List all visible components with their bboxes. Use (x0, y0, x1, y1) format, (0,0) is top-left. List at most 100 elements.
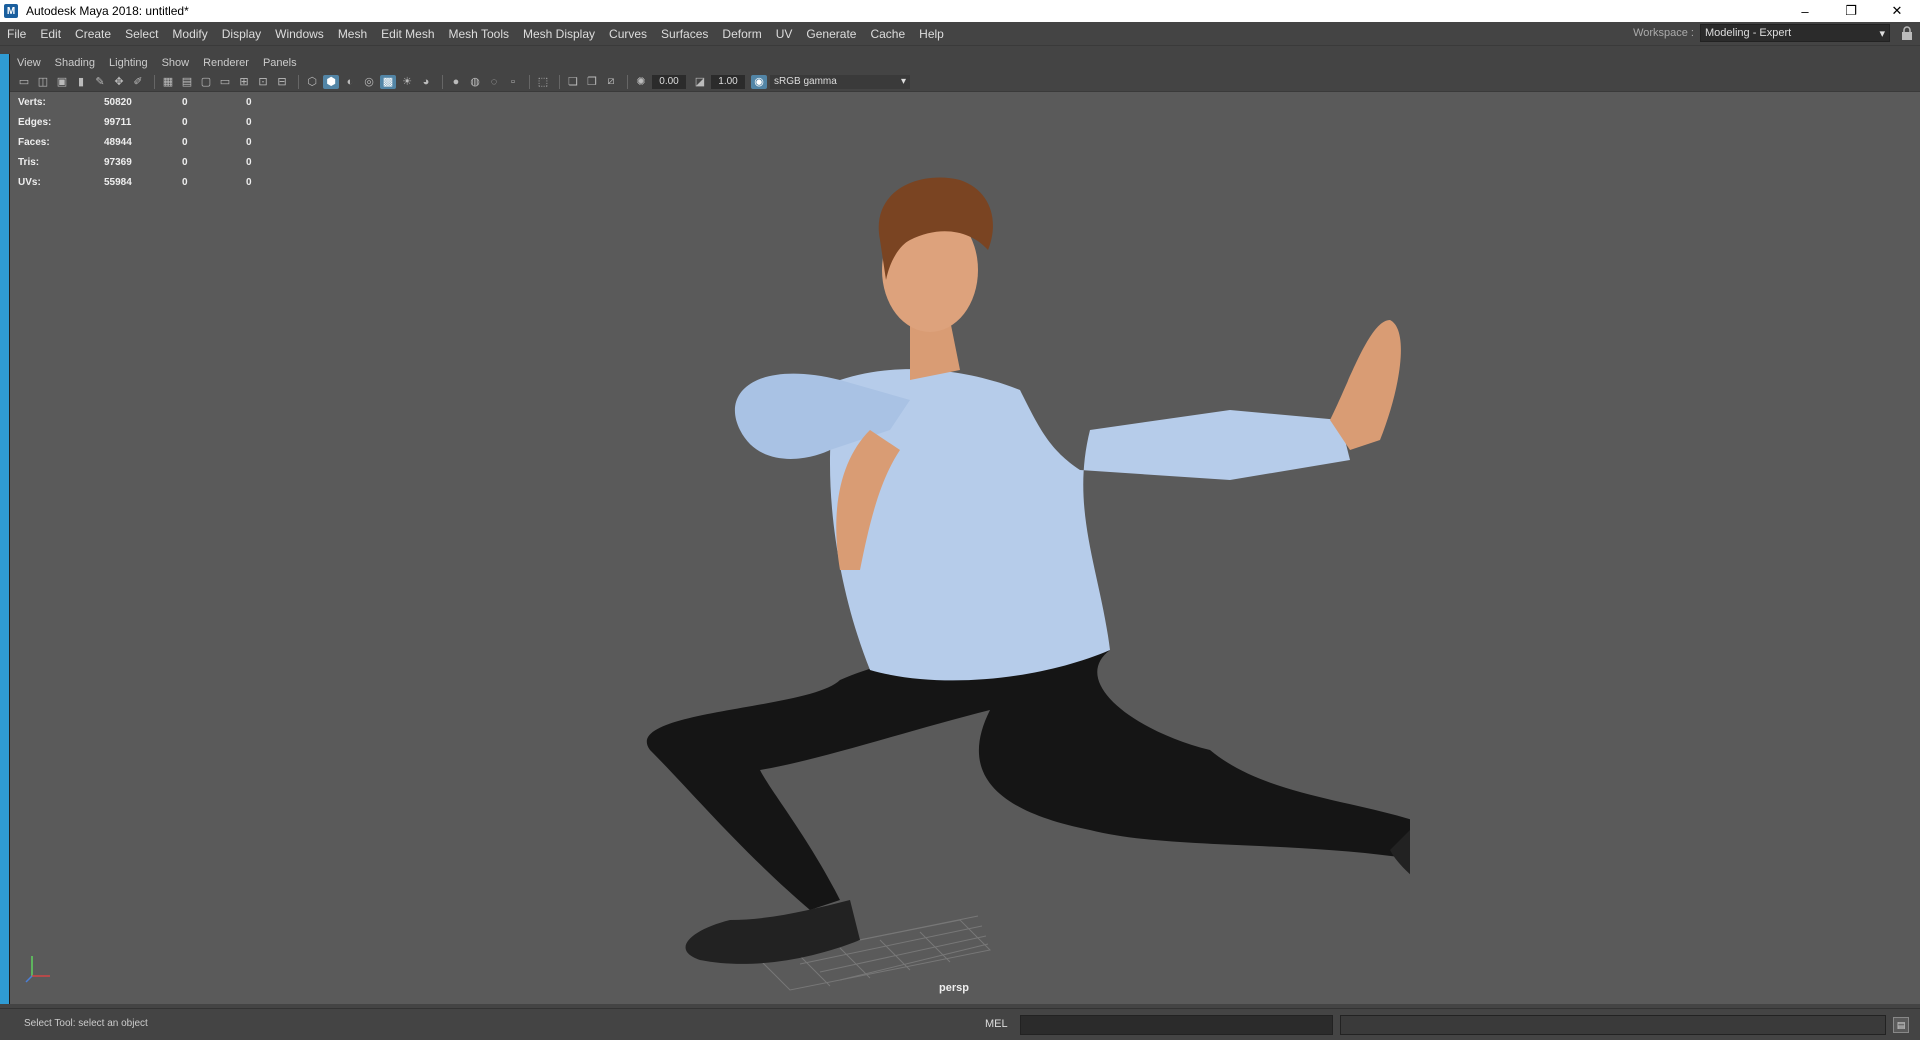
two-d-pan-icon[interactable]: ✥ (111, 75, 127, 89)
camera-label: persp (939, 982, 969, 994)
window-title: Autodesk Maya 2018: untitled* (26, 4, 189, 18)
gamma-icon[interactable]: ◪ (692, 75, 708, 89)
menu-create[interactable]: Create (68, 22, 118, 46)
field-chart-icon[interactable]: ⊞ (236, 75, 252, 89)
depth-of-field-icon[interactable]: ▫ (505, 75, 521, 89)
script-language-toggle[interactable]: MEL (985, 1018, 1008, 1030)
anti-aliasing-icon[interactable]: ◌ (486, 75, 502, 89)
grease-pencil-icon[interactable]: ✎ (92, 75, 108, 89)
wireframe-on-shaded-icon[interactable]: ◎ (361, 75, 377, 89)
chevron-down-icon: ▾ (900, 76, 906, 87)
minimize-button[interactable]: – (1782, 0, 1828, 22)
film-gate-icon[interactable]: ▤ (179, 75, 195, 89)
maya-app-icon: M (4, 4, 18, 18)
menu-mesh-display[interactable]: Mesh Display (516, 22, 602, 46)
hud-value: 99711 (104, 116, 132, 128)
menu-edit-mesh[interactable]: Edit Mesh (374, 22, 441, 46)
panel-menu-renderer[interactable]: Renderer (196, 57, 256, 69)
motion-blur-icon[interactable]: ◍ (467, 75, 483, 89)
default-material-icon[interactable]: ◐ (342, 75, 358, 89)
hud-value: 97369 (104, 156, 132, 168)
pants (646, 641, 1410, 910)
shadows-icon[interactable]: ◕ (418, 75, 434, 89)
workspace-label: Workspace : (1633, 27, 1694, 39)
gate-mask-icon[interactable]: ▭ (217, 75, 233, 89)
isolate-select-icon[interactable]: ⬚ (535, 75, 551, 89)
grid-icon[interactable]: ▦ (160, 75, 176, 89)
hud-label: Tris: (18, 156, 40, 168)
view-transform-dropdown[interactable]: sRGB gamma ▾ (770, 74, 910, 89)
shirt-body (830, 369, 1350, 681)
xray-icon[interactable]: ❏ (565, 75, 581, 89)
command-line-input[interactable] (1020, 1015, 1333, 1035)
gamma-field[interactable]: 1.00 (711, 74, 745, 89)
panel-menu-lighting[interactable]: Lighting (102, 57, 155, 69)
hud-label: Edges: (18, 116, 52, 128)
help-line: Select Tool: select an object (24, 1018, 148, 1029)
safe-title-icon[interactable]: ⊟ (274, 75, 290, 89)
script-editor-icon[interactable]: ▤ (1893, 1017, 1909, 1033)
hud-value: 55984 (104, 176, 132, 188)
image-plane-icon[interactable]: ▮ (73, 75, 89, 89)
exposure-icon[interactable]: ✺ (633, 75, 649, 89)
screen-space-ao-icon[interactable]: ● (448, 75, 464, 89)
menu-curves[interactable]: Curves (602, 22, 654, 46)
menu-mesh[interactable]: Mesh (331, 22, 374, 46)
menu-edit[interactable]: Edit (33, 22, 68, 46)
character-model[interactable] (610, 150, 1410, 1030)
menu-surfaces[interactable]: Surfaces (654, 22, 715, 46)
hud-row: Faces: 48944 0 0 (18, 132, 276, 152)
wireframe-icon[interactable]: ⬡ (304, 75, 320, 89)
safe-action-icon[interactable]: ⊡ (255, 75, 271, 89)
menu-display[interactable]: Display (215, 22, 268, 46)
smooth-shade-icon[interactable]: ⬢ (323, 74, 339, 89)
menu-deform[interactable]: Deform (715, 22, 768, 46)
toolbar-separator (298, 74, 299, 89)
panel-menu-show[interactable]: Show (155, 57, 197, 69)
toolbar-separator (442, 74, 443, 89)
window-controls: – ❐ ✕ (1782, 0, 1920, 22)
panel-menu-panels[interactable]: Panels (256, 57, 304, 69)
chevron-down-icon: ▾ (1879, 27, 1885, 40)
camera-attributes-icon[interactable]: ◫ (35, 75, 51, 89)
menu-windows[interactable]: Windows (268, 22, 331, 46)
textured-icon[interactable]: ▩ (380, 74, 396, 89)
menu-generate[interactable]: Generate (799, 22, 863, 46)
menu-uv[interactable]: UV (769, 22, 800, 46)
panel-menu-shading[interactable]: Shading (48, 57, 102, 69)
xray-joints-icon[interactable]: ⧄ (603, 75, 619, 89)
xray-active-icon[interactable]: ❐ (584, 75, 600, 89)
hud-value: 0 (182, 156, 188, 168)
close-button[interactable]: ✕ (1874, 0, 1920, 22)
camera-select-icon[interactable]: ▭ (16, 75, 32, 89)
hud-row: UVs: 55984 0 0 (18, 172, 276, 192)
hud-row: Verts: 50820 0 0 (18, 92, 276, 112)
lock-icon[interactable] (1900, 26, 1914, 42)
hud-value: 0 (246, 176, 252, 188)
menu-cache[interactable]: Cache (863, 22, 912, 46)
hud-label: Verts: (18, 96, 46, 108)
menu-modify[interactable]: Modify (165, 22, 214, 46)
maximize-button[interactable]: ❐ (1828, 0, 1874, 22)
status-bar: Select Tool: select an object MEL ▤ (0, 1008, 1920, 1040)
use-all-lights-icon[interactable]: ☀ (399, 75, 415, 89)
toolbar-separator (627, 74, 628, 89)
panel-menu-view[interactable]: View (10, 57, 48, 69)
right-hand (1330, 320, 1401, 450)
hud-label: Faces: (18, 136, 50, 148)
bookmark-icon[interactable]: ▣ (54, 75, 70, 89)
poly-count-hud: Verts: 50820 0 0 Edges: 99711 0 0 Faces:… (18, 92, 276, 192)
hud-value: 0 (182, 176, 188, 188)
pencil-icon[interactable]: ✐ (130, 75, 146, 89)
menu-mesh-tools[interactable]: Mesh Tools (442, 22, 516, 46)
hud-value: 0 (246, 156, 252, 168)
hud-row: Tris: 97369 0 0 (18, 152, 276, 172)
resolution-gate-icon[interactable]: ▢ (198, 75, 214, 89)
menu-select[interactable]: Select (118, 22, 165, 46)
menu-file[interactable]: File (0, 22, 33, 46)
viewport-panel[interactable]: View Shading Lighting Show Renderer Pane… (10, 54, 1920, 1004)
color-management-icon[interactable]: ◉ (751, 74, 767, 89)
workspace-dropdown[interactable]: Modeling - Expert ▾ (1700, 24, 1890, 42)
menu-help[interactable]: Help (912, 22, 951, 46)
exposure-field[interactable]: 0.00 (652, 74, 686, 89)
